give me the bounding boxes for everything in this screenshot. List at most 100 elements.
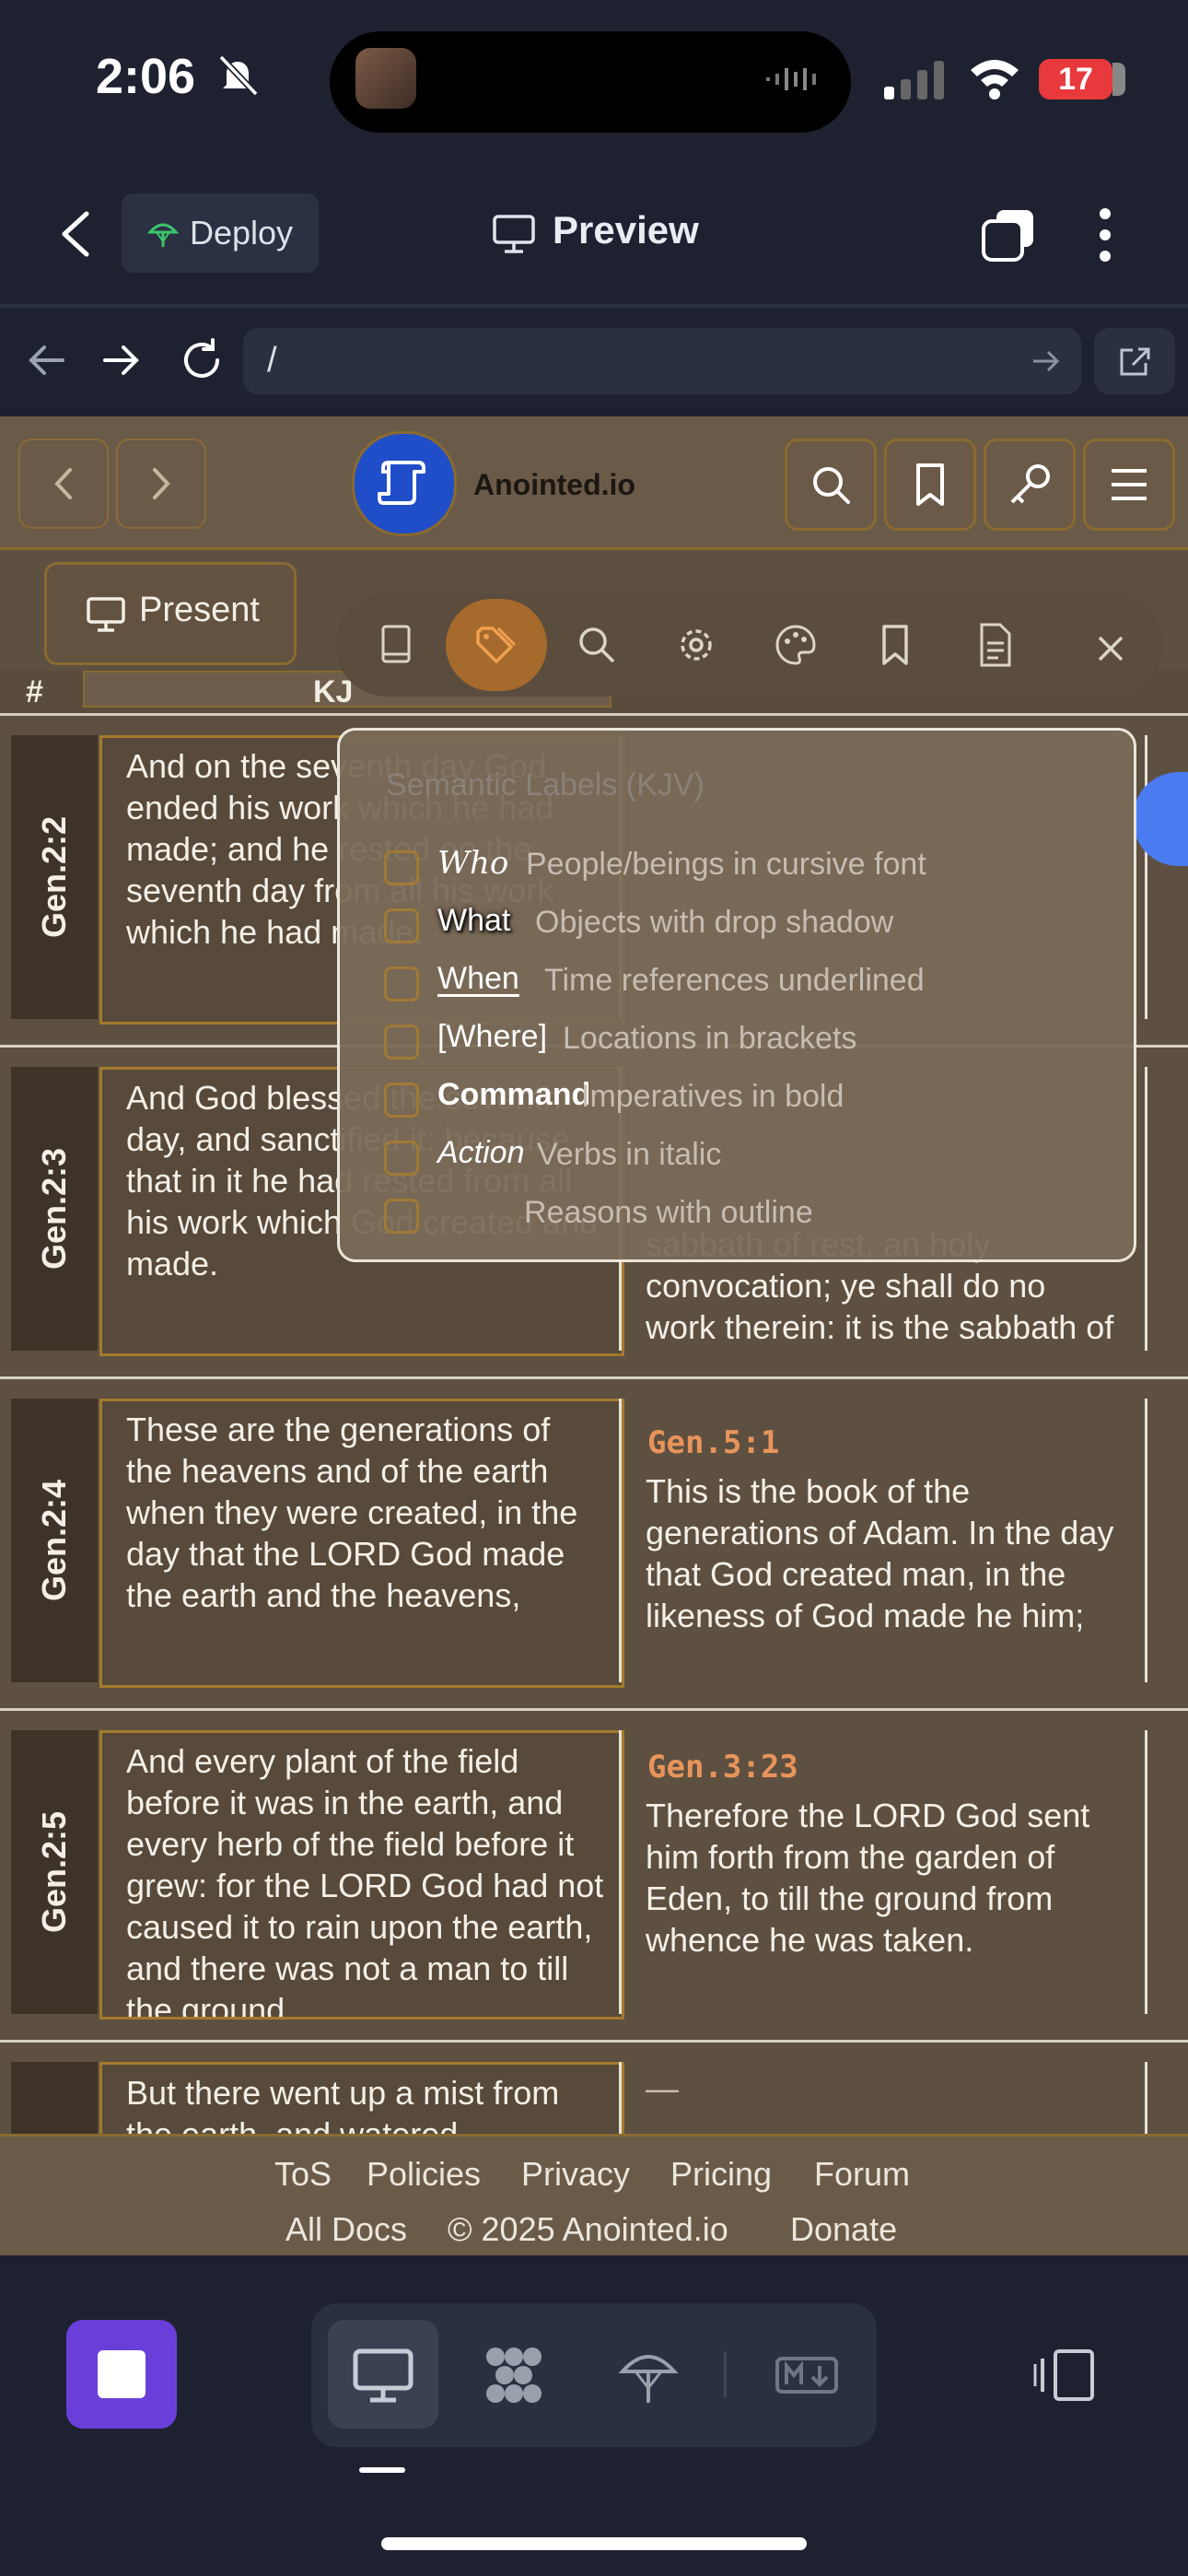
search-icon[interactable] — [571, 619, 623, 671]
option-when[interactable]: When Time references underlined — [384, 961, 1121, 1007]
present-button[interactable]: Present — [44, 562, 297, 665]
key-icon — [1010, 464, 1050, 504]
site-key-button[interactable] — [984, 439, 1076, 531]
app-thumbnail — [355, 48, 416, 109]
option-desc: Imperatives in bold — [581, 1079, 844, 1114]
option-desc: Locations in brackets — [563, 1021, 857, 1056]
option-desc: Verbs in italic — [537, 1137, 722, 1172]
kjv-text: These are the generations of the heavens… — [126, 1411, 578, 1614]
deploy-label: Deploy — [190, 214, 294, 252]
checkbox[interactable] — [384, 1025, 419, 1060]
option-label: Who — [437, 845, 509, 882]
option-label: When — [437, 961, 519, 996]
split-view-icon[interactable] — [1031, 2346, 1098, 2405]
option-where[interactable]: [Where] Locations in brackets — [384, 1019, 1121, 1065]
option-label: What — [437, 903, 511, 938]
bookmark-icon — [916, 463, 944, 506]
kjv-text: And every plant of the field before it w… — [126, 1742, 604, 2020]
semantic-labels-popup: Semantic Labels (KJV) Who People/beings … — [337, 728, 1136, 1262]
url-text: / — [267, 341, 277, 380]
footer-link-privacy[interactable]: Privacy — [521, 2155, 630, 2194]
option-command[interactable]: Command Imperatives in bold — [384, 1077, 1121, 1123]
reload-icon[interactable] — [179, 337, 225, 383]
monitor-icon — [493, 215, 535, 253]
option-label: Command — [437, 1077, 591, 1112]
apps-grid-icon[interactable] — [481, 2342, 547, 2408]
site-menu-button[interactable] — [1083, 439, 1175, 531]
book-icon[interactable] — [370, 619, 422, 671]
document-icon[interactable] — [969, 619, 1020, 671]
markdown-icon[interactable] — [774, 2342, 840, 2408]
browser-forward-icon[interactable] — [99, 339, 142, 381]
footer-link-pricing[interactable]: Pricing — [670, 2155, 772, 2194]
option-label: Action — [437, 1135, 525, 1170]
browser-back-icon[interactable] — [26, 339, 68, 381]
header-divider — [0, 304, 1188, 308]
site-bookmark-button[interactable] — [884, 439, 976, 531]
popup-title: Semantic Labels (KJV) — [386, 767, 705, 802]
checkbox[interactable] — [384, 966, 419, 1001]
switcher-separator — [724, 2351, 727, 2397]
site-footer: ToS Policies Privacy Pricing Forum All D… — [0, 2134, 1188, 2255]
back-chevron-icon[interactable] — [53, 206, 99, 262]
table-row: Gen.2:5 And every plant of the field bef… — [0, 1712, 1188, 2042]
kjv-cell: These are the generations of the heavens… — [99, 1399, 624, 1688]
checkbox[interactable] — [384, 908, 419, 943]
xref-reference[interactable]: Gen.3:23 — [647, 1749, 798, 1786]
col-kjv: KJ — [313, 674, 354, 709]
go-arrow-icon[interactable] — [1030, 346, 1063, 376]
option-who[interactable]: Who People/beings in cursive font — [384, 845, 1121, 891]
site-forward-button[interactable] — [116, 439, 206, 529]
row-divider — [0, 1376, 1188, 1379]
option-desc: People/beings in cursive font — [526, 847, 926, 882]
checkbox[interactable] — [384, 1083, 419, 1118]
xref-text: This is the book of the generations of A… — [646, 1472, 1114, 1634]
site-search-button[interactable] — [785, 439, 877, 531]
footer-link-donate[interactable]: Donate — [790, 2210, 897, 2249]
battery-level: 17 — [1039, 59, 1112, 100]
site-back-button[interactable] — [18, 439, 109, 529]
bell-slash-icon — [218, 54, 259, 97]
footer-link-docs[interactable]: All Docs — [285, 2210, 407, 2249]
footer-link-tos[interactable]: ToS — [274, 2155, 332, 2194]
status-time: 2:06 — [96, 49, 196, 104]
tabs-icon[interactable] — [980, 206, 1037, 263]
url-input[interactable] — [243, 328, 1081, 394]
xref-reference[interactable]: Gen.5:1 — [647, 1424, 779, 1461]
xref-cell: Gen.3:23 Therefore the LORD God sent him… — [619, 1730, 1147, 2014]
verse-ref: Gen.2:5 — [35, 1810, 74, 1934]
option-why[interactable]: Reasons with outline — [384, 1193, 1121, 1239]
bookmark-icon[interactable] — [869, 619, 921, 671]
external-link-icon — [1120, 347, 1150, 376]
checkbox[interactable] — [384, 850, 419, 885]
verse-ref-cell[interactable]: Gen.2:2 — [11, 735, 98, 1019]
stop-button[interactable] — [66, 2320, 177, 2429]
verse-ref-cell[interactable]: Gen.2:3 — [11, 1067, 98, 1351]
palette-icon[interactable] — [770, 619, 821, 671]
scroll-icon — [378, 461, 425, 505]
option-action[interactable]: Action Verbs in italic — [384, 1135, 1121, 1181]
battery-cap — [1112, 63, 1125, 96]
preview-monitor-icon[interactable] — [350, 2342, 416, 2408]
gear-icon[interactable] — [670, 619, 722, 671]
col-hash: # — [26, 674, 43, 709]
checkbox[interactable] — [384, 1199, 419, 1234]
option-what[interactable]: What Objects with drop shadow — [384, 903, 1121, 949]
home-indicator[interactable] — [381, 2537, 807, 2550]
more-vertical-icon[interactable] — [1094, 206, 1116, 263]
chevron-right-icon — [153, 468, 170, 499]
present-label: Present — [139, 591, 260, 629]
wifi-icon — [971, 60, 1019, 100]
footer-link-forum[interactable]: Forum — [814, 2155, 910, 2194]
close-icon[interactable] — [1085, 623, 1136, 674]
option-desc: Reasons with outline — [524, 1195, 813, 1230]
checkbox[interactable] — [384, 1141, 419, 1176]
stop-icon — [98, 2350, 146, 2398]
verse-ref-cell[interactable]: Gen.2:4 — [11, 1399, 98, 1682]
deploy-umbrella-icon[interactable] — [615, 2342, 681, 2408]
monitor-icon — [87, 597, 125, 632]
verse-ref-cell[interactable]: Gen.2:5 — [11, 1730, 98, 2014]
footer-link-policies[interactable]: Policies — [367, 2155, 481, 2194]
tag-icon[interactable] — [471, 619, 522, 671]
cell-signal-icon — [884, 61, 944, 100]
